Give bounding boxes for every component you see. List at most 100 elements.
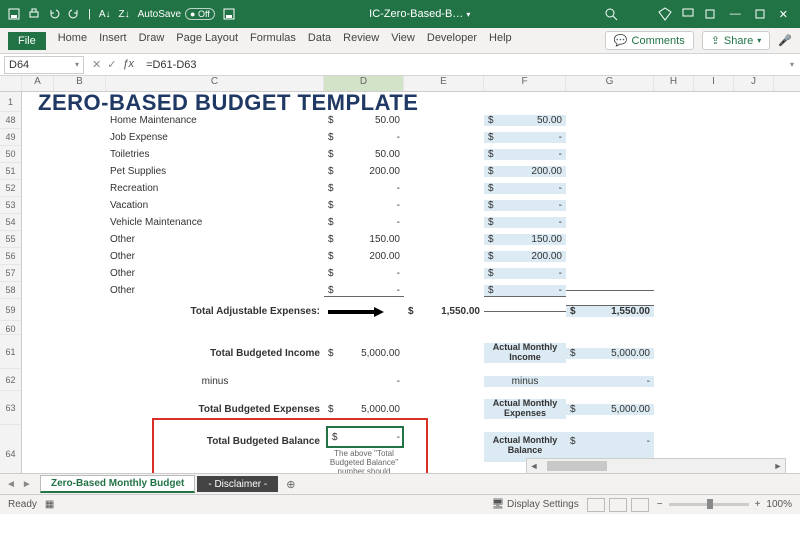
sheet-tab-disclaimer[interactable]: - Disclaimer - [197,476,278,492]
view-normal-icon[interactable] [587,498,605,512]
row-49[interactable]: 49 [0,129,21,146]
row-61[interactable]: 61 [0,335,21,369]
tab-draw[interactable]: Draw [139,32,165,50]
col-F[interactable]: F [484,76,566,91]
zoom-out-icon[interactable]: − [657,499,663,510]
sheet-nav-next-icon[interactable]: ► [22,479,32,490]
table-row[interactable]: Home Maintenance$50.00$50.00 [22,112,654,129]
row-53[interactable]: 53 [0,197,21,214]
display-settings[interactable]: 🖥 Display Settings [492,499,579,510]
item-f: - [559,268,562,279]
tab-insert[interactable]: Insert [99,32,127,50]
col-J[interactable]: J [734,76,774,91]
col-E[interactable]: E [404,76,484,91]
sheet-tab-active[interactable]: Zero-Based Monthly Budget [40,475,195,493]
scroll-right-icon[interactable]: ► [771,461,785,471]
zoom-in-icon[interactable]: + [755,499,761,510]
expand-formula-icon[interactable]: ▾ [784,60,800,69]
col-H[interactable]: H [654,76,694,91]
col-G[interactable]: G [566,76,654,91]
document-title[interactable]: IC-Zero-Based-B… ▾ [235,8,605,20]
row-48[interactable]: 48 [0,112,21,129]
save-icon[interactable] [8,8,20,20]
sort-asc-icon[interactable]: A↓ [99,9,111,20]
tab-formulas[interactable]: Formulas [250,32,296,50]
zoom-level[interactable]: 100% [766,499,792,510]
window-icon[interactable] [704,8,716,20]
table-row[interactable]: Other$-$- [22,265,654,282]
autosave-toggle[interactable]: AutoSave ● Off [138,8,215,20]
item-f: - [559,132,562,143]
select-all[interactable] [0,76,22,91]
zoom-control[interactable]: − + 100% [657,499,792,510]
table-row[interactable]: Vacation$-$- [22,197,654,214]
row-62[interactable]: 62 [0,369,21,391]
table-row[interactable]: Recreation$-$- [22,180,654,197]
redo-icon[interactable] [68,8,80,20]
row-59[interactable]: 59 [0,299,21,321]
table-row[interactable]: Pet Supplies$200.00$200.00 [22,163,654,180]
table-row[interactable]: Toiletries$50.00$- [22,146,654,163]
col-C[interactable]: C [106,76,324,91]
col-B[interactable]: B [54,76,106,91]
table-row[interactable]: Other$-$- [22,282,654,299]
cancel-formula-icon[interactable]: ✕ [92,58,101,71]
save-icon-2[interactable] [223,8,235,20]
table-row[interactable]: Other$200.00$200.00 [22,248,654,265]
row-57[interactable]: 57 [0,265,21,282]
table-row[interactable]: Job Expense$-$- [22,129,654,146]
ribbon-display-icon[interactable] [682,8,694,20]
formula-input[interactable]: =D61-D63 [142,59,784,71]
row-58[interactable]: 58 [0,282,21,299]
minimize-icon[interactable]: ― [726,8,745,20]
row-60[interactable]: 60 [0,321,21,335]
tab-pagelayout[interactable]: Page Layout [176,32,238,50]
tab-data[interactable]: Data [308,32,331,50]
row-50[interactable]: 50 [0,146,21,163]
row-51[interactable]: 51 [0,163,21,180]
row-63[interactable]: 63 [0,391,21,425]
accessibility-icon[interactable]: ▦ [45,499,54,510]
accept-formula-icon[interactable]: ✓ [107,58,116,71]
col-D[interactable]: D [324,76,404,91]
add-sheet-button[interactable]: ⊕ [286,478,295,491]
row-1[interactable]: 1 [0,92,21,112]
search-icon[interactable] [605,8,618,21]
view-break-icon[interactable] [631,498,649,512]
name-box[interactable]: D64▾ [4,56,84,74]
close-icon[interactable]: ✕ [775,8,792,21]
mic-icon[interactable]: 🎤 [778,34,792,47]
view-page-icon[interactable] [609,498,627,512]
col-I[interactable]: I [694,76,734,91]
maximize-icon[interactable] [755,9,765,19]
tab-help[interactable]: Help [489,32,512,50]
diamond-icon[interactable] [658,7,672,21]
item-f: 50.00 [537,115,562,126]
tab-review[interactable]: Review [343,32,379,50]
row-54[interactable]: 54 [0,214,21,231]
comments-button[interactable]: 💬Comments [605,31,694,50]
row-56[interactable]: 56 [0,248,21,265]
scroll-left-icon[interactable]: ◄ [527,461,541,471]
col-A[interactable]: A [22,76,54,91]
scroll-thumb[interactable] [547,461,607,471]
tab-view[interactable]: View [391,32,415,50]
row-headers[interactable]: 1 48 49 50 51 52 53 54 55 56 57 58 59 60… [0,92,22,514]
sheet-nav-prev-icon[interactable]: ◄ [6,479,16,490]
row-55[interactable]: 55 [0,231,21,248]
horizontal-scrollbar[interactable]: ◄ ► [526,458,786,474]
fx-icon[interactable]: ƒx [122,58,134,71]
table-row[interactable]: Other$150.00$150.00 [22,231,654,248]
worksheet[interactable]: A B C D E F G H I J 1 48 49 50 51 52 53 … [0,76,800,514]
tab-developer[interactable]: Developer [427,32,477,50]
table-row[interactable]: Vehicle Maintenance$-$- [22,214,654,231]
tab-home[interactable]: Home [58,32,87,50]
formula-bar: D64▾ ✕ ✓ ƒx =D61-D63 ▾ [0,54,800,76]
zoom-slider[interactable] [669,503,749,506]
tab-file[interactable]: File [8,32,46,50]
row-52[interactable]: 52 [0,180,21,197]
print-icon[interactable] [28,8,40,20]
share-button[interactable]: ⇪Share ▾ [702,31,771,50]
undo-icon[interactable] [48,8,60,20]
sort-desc-icon[interactable]: Z↓ [119,9,130,20]
